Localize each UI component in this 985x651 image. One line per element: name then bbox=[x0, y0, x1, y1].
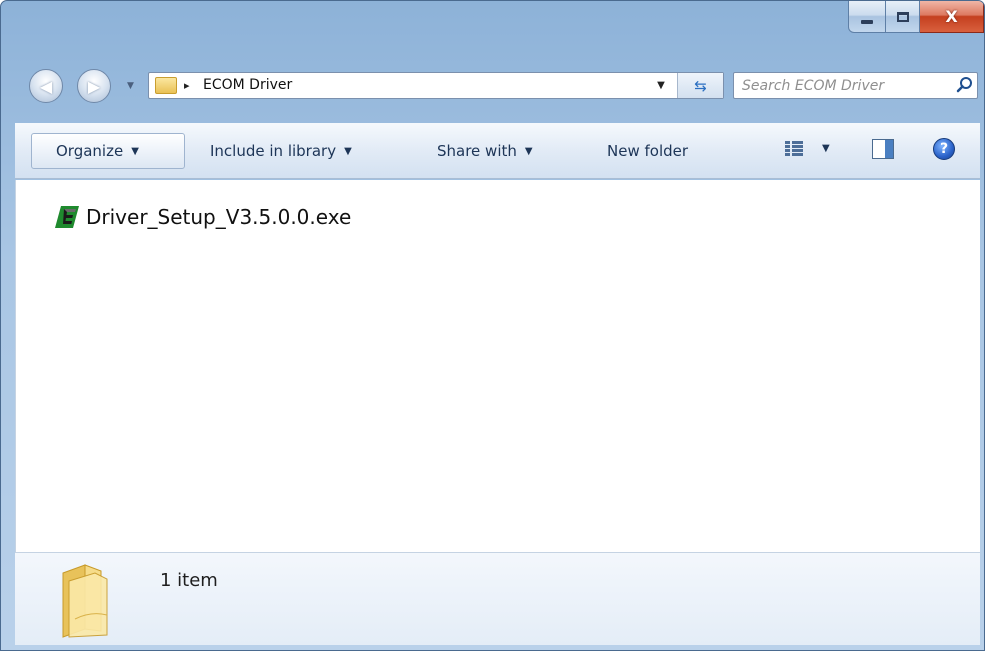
forward-arrow-icon: ▶ bbox=[87, 76, 101, 96]
new-folder-label: New folder bbox=[607, 142, 689, 160]
maximize-icon bbox=[896, 11, 909, 22]
preview-pane-icon[interactable] bbox=[872, 139, 894, 159]
chevron-down-icon: ▼ bbox=[344, 145, 352, 157]
close-icon: X bbox=[945, 7, 958, 26]
organize-label: Organize bbox=[56, 142, 124, 160]
back-arrow-icon: ◀ bbox=[39, 76, 53, 96]
search-input[interactable] bbox=[734, 73, 949, 98]
back-button[interactable]: ◀ bbox=[29, 69, 63, 103]
file-list[interactable]: Driver_Setup_V3.5.0.0.exe bbox=[15, 180, 980, 552]
list-item[interactable]: Driver_Setup_V3.5.0.0.exe bbox=[54, 202, 351, 232]
include-in-library-label: Include in library bbox=[210, 142, 337, 160]
search-box[interactable] bbox=[733, 72, 978, 99]
title-bar[interactable]: X bbox=[1, 1, 984, 57]
recent-pages-dropdown[interactable]: ▼ bbox=[127, 81, 134, 91]
forward-button[interactable]: ▶ bbox=[77, 69, 111, 103]
change-view-icon[interactable] bbox=[785, 141, 803, 159]
refresh-button[interactable]: ⇆ bbox=[677, 73, 723, 98]
maximize-button[interactable] bbox=[886, 1, 920, 33]
folder-icon bbox=[155, 77, 177, 94]
breadcrumb-arrow-icon[interactable]: ▸ bbox=[184, 79, 190, 92]
details-pane: 1 item bbox=[15, 552, 980, 645]
include-in-library-button[interactable]: Include in library ▼ bbox=[210, 133, 352, 169]
share-with-button[interactable]: Share with ▼ bbox=[437, 133, 533, 169]
exe-app-icon bbox=[55, 206, 79, 228]
navigation-bar: ◀ ▶ ▼ ▸ ECOM Driver ▼ ⇆ bbox=[1, 65, 984, 105]
search-icon[interactable] bbox=[956, 76, 974, 94]
address-bar[interactable]: ▸ ECOM Driver ▼ ⇆ bbox=[148, 72, 724, 99]
refresh-icon: ⇆ bbox=[694, 76, 707, 95]
help-icon[interactable]: ? bbox=[933, 138, 955, 160]
chevron-down-icon: ▼ bbox=[131, 145, 139, 157]
organize-button[interactable]: Organize ▼ bbox=[31, 133, 185, 169]
chevron-down-icon: ▼ bbox=[524, 145, 533, 157]
item-count: 1 item bbox=[160, 570, 218, 591]
address-dropdown-button[interactable]: ▼ bbox=[647, 73, 675, 98]
minimize-icon bbox=[861, 19, 873, 24]
chevron-down-icon: ▼ bbox=[657, 80, 665, 91]
share-with-label: Share with bbox=[437, 142, 517, 160]
explorer-window: X ◀ ▶ ▼ ▸ ECOM Driver ▼ ⇆ Search ECOM Dr… bbox=[0, 0, 985, 651]
close-button[interactable]: X bbox=[920, 1, 984, 33]
folder-icon bbox=[62, 564, 108, 638]
caption-buttons: X bbox=[848, 1, 984, 33]
command-bar: Organize ▼ Include in library ▼ Share wi… bbox=[15, 123, 980, 179]
breadcrumb-location[interactable]: ECOM Driver bbox=[203, 77, 292, 93]
new-folder-button[interactable]: New folder bbox=[607, 133, 688, 169]
view-options-dropdown[interactable]: ▼ bbox=[822, 143, 830, 154]
file-name: Driver_Setup_V3.5.0.0.exe bbox=[86, 205, 352, 229]
minimize-button[interactable] bbox=[848, 1, 886, 33]
